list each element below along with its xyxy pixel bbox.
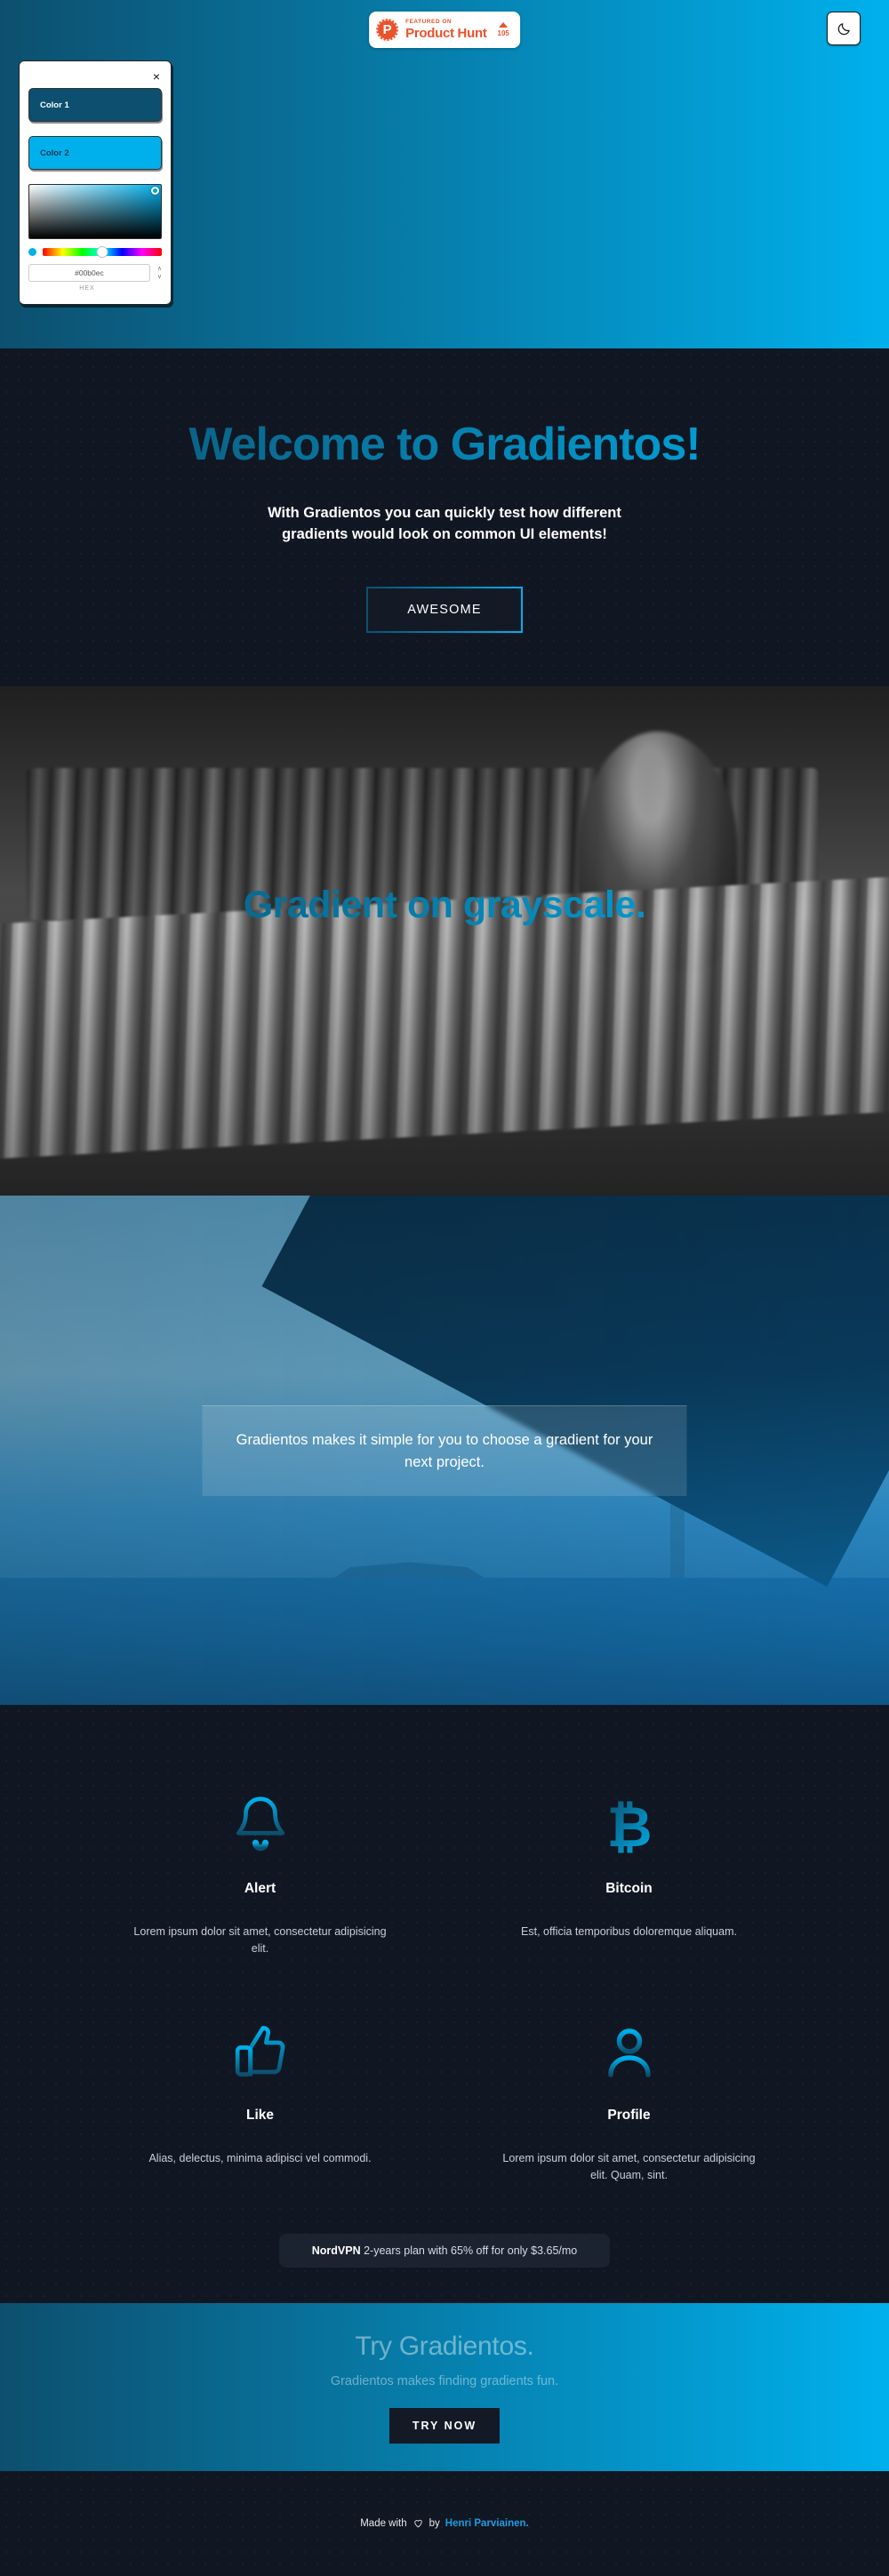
product-hunt-text: FEATURED ON Product Hunt [405,18,487,42]
city-caption-card: Gradientos makes it simple for you to ch… [202,1404,687,1497]
page-title: Welcome to Gradientos! [0,418,889,471]
grayscale-photo-section: Gradient on grayscale. [0,685,889,1196]
stepper-up-icon[interactable]: ∧ [157,266,162,272]
product-hunt-upvotes[interactable]: 105 [498,22,509,37]
color-2-label: Color 2 [40,148,69,158]
footer: Made with by Henri Parviainen. [0,2471,889,2576]
footer-made-with-label: Made with [360,2517,407,2529]
hex-input-row[interactable]: #00b0ec ∧ ∨ [28,264,162,282]
feature-title: Bitcoin [605,1880,653,1896]
upvote-arrow-icon [499,22,509,28]
hue-slider[interactable] [43,246,162,258]
saturation-value-area[interactable] [28,184,162,239]
header-gradient-bar: P FEATURED ON Product Hunt 105 × Color 1… [0,0,889,348]
format-stepper[interactable]: ∧ ∨ [157,266,162,280]
feature-description: Lorem ipsum dolor sit amet, consectetur … [502,2151,756,2181]
moon-icon [837,22,850,35]
hue-slider-handle[interactable] [96,246,108,258]
dark-mode-toggle-button[interactable] [827,12,861,45]
feature-description: Alias, delectus, minima adipisci vel com… [148,2151,372,2164]
product-hunt-name: Product Hunt [405,26,487,42]
color-2-swatch[interactable]: Color 2 [28,136,162,170]
hex-format-label: HEX [79,285,95,292]
feature-card-profile: Profile Lorem ipsum dolor sit amet, cons… [444,1996,813,2222]
bitcoin-icon: ₿ [498,1785,760,1867]
cta-section: Try Gradientos. Gradientos makes finding… [0,2303,889,2472]
hex-input[interactable]: #00b0ec [28,264,150,282]
feature-title: Profile [607,2107,651,2123]
color-1-swatch[interactable]: Color 1 [28,88,162,122]
try-now-button[interactable]: TRY NOW [388,2407,501,2444]
user-icon [498,2012,760,2093]
nordvpn-offer: 2-years plan with 65% off for only $3.65… [360,2244,578,2258]
current-color-dot [28,248,36,256]
product-hunt-logo-icon: P [376,19,399,41]
features-section: Alert Lorem ipsum dolor sit amet, consec… [0,1704,889,2304]
feature-card-bitcoin: ₿ Bitcoin Est, officia temporibus dolore… [444,1769,813,1996]
feature-title: Alert [244,1880,276,1896]
feature-title: Like [245,2107,274,2123]
saturation-handle[interactable] [151,187,159,195]
close-icon[interactable]: × [28,68,162,88]
product-hunt-featured-label: FEATURED ON [405,18,453,25]
footer-author-link[interactable]: Henri Parviainen. [445,2518,529,2529]
awesome-button[interactable]: AWESOME [366,587,523,633]
svg-text:₿: ₿ [606,1796,652,1859]
grayscale-photo-image [0,685,889,1196]
cta-subtitle: Gradientos makes finding gradients fun. [330,2373,559,2388]
grayscale-section-title: Gradient on grayscale. [0,884,889,927]
hue-slider-row[interactable] [28,246,162,258]
nordvpn-brand: NordVPN [311,2244,361,2258]
thumbs-up-icon [129,2012,391,2093]
product-hunt-badge[interactable]: P FEATURED ON Product Hunt 105 [369,12,520,48]
feature-description: Lorem ipsum dolor sit amet, consectetur … [133,1924,387,1956]
feature-card-alert: Alert Lorem ipsum dolor sit amet, consec… [76,1769,444,1996]
hero-section: Welcome to Gradientos! With Gradientos y… [0,348,889,686]
hero-subtitle: With Gradientos you can quickly test how… [268,505,621,542]
upvote-count: 105 [497,29,509,37]
nordvpn-banner[interactable]: NordVPN 2-years plan with 65% off for on… [279,2234,610,2268]
stepper-down-icon[interactable]: ∨ [157,274,162,280]
feature-description: Est, officia temporibus doloremque aliqu… [521,1924,737,1938]
cta-title: Try Gradientos. [355,2331,534,2361]
footer-by-label: by [428,2517,440,2529]
heart-icon [413,2520,422,2528]
city-caption-text: Gradientos makes it simple for you to ch… [236,1431,653,1470]
color-1-label: Color 1 [40,100,69,110]
color-picker-panel[interactable]: × Color 1 Color 2 #00b0ec ∧ ∨ HEX [19,60,172,305]
bell-icon [129,1785,391,1867]
city-photo-section: Gradientos makes it simple for you to ch… [0,1195,889,1705]
feature-card-like: Like Alias, delectus, minima adipisci ve… [76,1996,444,2222]
features-grid: Alert Lorem ipsum dolor sit amet, consec… [76,1769,813,2222]
